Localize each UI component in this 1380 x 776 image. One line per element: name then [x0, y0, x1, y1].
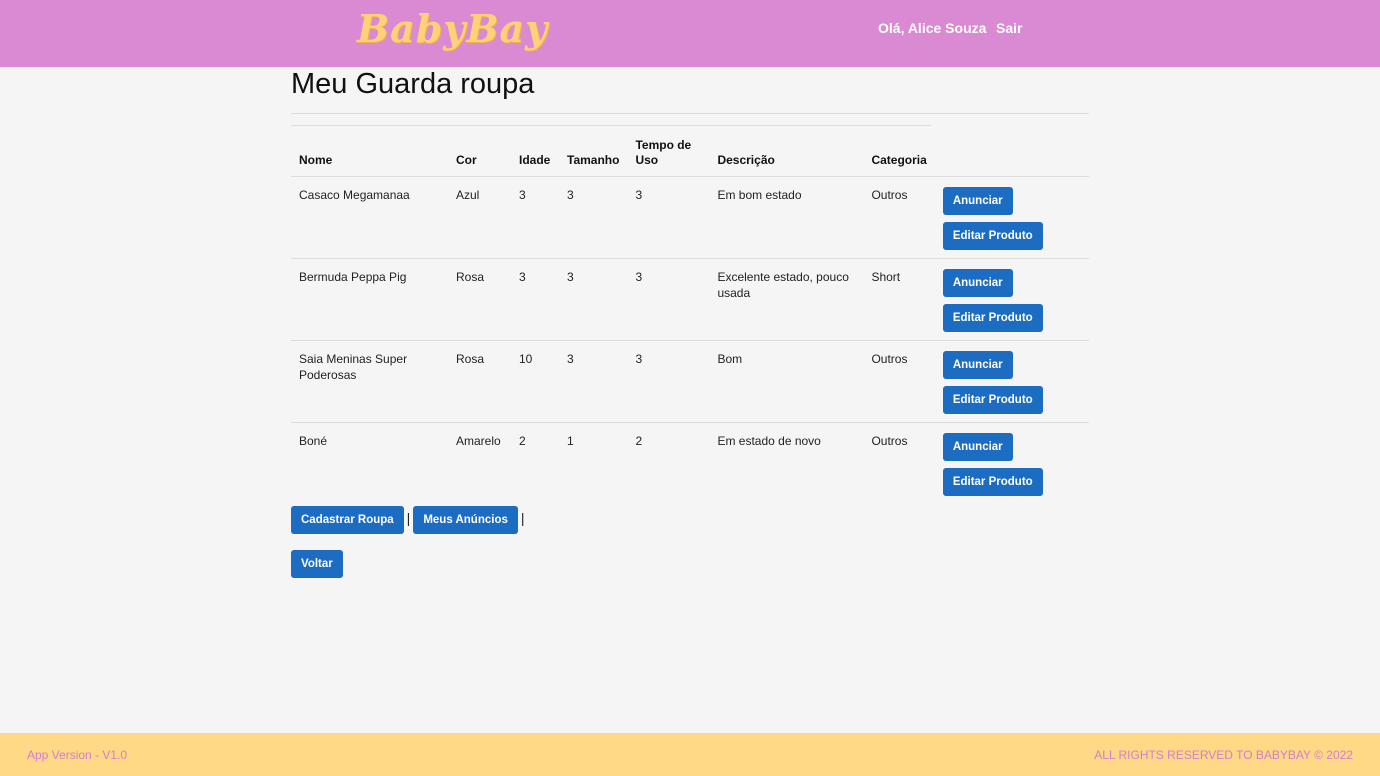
cell-descricao: Excelente estado, pouco usada	[709, 258, 864, 341]
cell-descricao: Em bom estado	[709, 176, 864, 259]
table-row: Boné Amarelo 2 1 2 Em estado de novo Out…	[291, 422, 1089, 504]
cell-idade: 10	[511, 340, 559, 423]
header-descricao: Descrição	[709, 126, 864, 177]
edit-product-button[interactable]: Editar Produto	[942, 467, 1043, 496]
app-version: App Version - V1.0	[27, 748, 128, 762]
cell-idade: 3	[511, 258, 559, 341]
cell-idade: 2	[519, 433, 526, 448]
header-tamanho: Tamanho	[559, 126, 628, 177]
cell-actions: Anunciar Editar Produto	[935, 422, 1089, 504]
edit-product-button[interactable]: Editar Produto	[942, 303, 1043, 332]
wardrobe-table: Nome Cor Idade Tamanho Tempo de Uso Desc…	[291, 126, 1089, 504]
cell-tamanho: 3	[559, 176, 628, 259]
my-ads-button[interactable]: Meus Anúncios	[413, 506, 518, 534]
announce-button[interactable]: Anunciar	[942, 432, 1013, 461]
cell-categoria: Outros	[871, 433, 908, 448]
back-wrap: Voltar	[291, 550, 343, 578]
edit-product-button[interactable]: Editar Produto	[942, 385, 1043, 414]
page-title: Meu Guarda roupa	[291, 68, 535, 100]
announce-button[interactable]: Anunciar	[942, 350, 1013, 379]
table-row: Bermuda Peppa Pig Rosa 3 3 3 Excelente e…	[291, 258, 1089, 341]
cell-cor: Amarelo	[456, 433, 501, 448]
cell-cor: Rosa	[448, 258, 511, 341]
cell-descricao: Bom	[709, 340, 864, 423]
cell-tempo-de-uso: 3	[627, 258, 710, 341]
title-divider	[291, 113, 1089, 114]
separator: |	[520, 510, 525, 526]
cell-idade: 3	[511, 176, 559, 259]
cell-categoria: Short	[863, 258, 935, 341]
header-idade: Idade	[511, 126, 559, 177]
cell-actions: Anunciar Editar Produto	[934, 258, 1089, 341]
cell-nome: Boné	[299, 433, 328, 448]
back-button[interactable]: Voltar	[291, 550, 343, 578]
brand-logo[interactable]: BabyBay	[357, 6, 548, 51]
header-cor: Cor	[448, 126, 511, 177]
cell-nome: Bermuda Peppa Pig	[291, 258, 448, 341]
register-clothing-button[interactable]: Cadastrar Roupa	[291, 506, 404, 534]
header-nome: Nome	[291, 126, 448, 177]
announce-button[interactable]: Anunciar	[942, 186, 1013, 215]
footer: App Version - V1.0 ALL RIGHTS RESERVED T…	[0, 733, 1380, 776]
cell-nome: Casaco Megamanaa	[291, 176, 448, 259]
table-row: Saia Meninas Super Poderosas Rosa 10 3 3…	[291, 340, 1089, 423]
header-actions	[934, 126, 1089, 177]
top-navbar: BabyBay Olá, Alice Souza Sair	[0, 0, 1380, 67]
cell-tamanho: 1	[567, 433, 574, 448]
copyright: ALL RIGHTS RESERVED TO BABYBAY © 2022	[1094, 748, 1353, 762]
cell-categoria: Outros	[863, 176, 935, 259]
logout-link[interactable]: Sair	[996, 20, 1022, 36]
cell-cor: Azul	[448, 176, 511, 259]
cell-actions: Anunciar Editar Produto	[934, 176, 1089, 259]
user-greeting[interactable]: Olá, Alice Souza	[878, 20, 986, 36]
announce-button[interactable]: Anunciar	[942, 268, 1013, 297]
bottom-actions: Cadastrar Roupa | Meus Anúncios |	[291, 506, 528, 534]
table-row: Casaco Megamanaa Azul 3 3 3 Em bom estad…	[291, 176, 1089, 259]
edit-product-button[interactable]: Editar Produto	[942, 221, 1043, 250]
cell-categoria: Outros	[863, 340, 935, 423]
cell-tempo-de-uso: 3	[627, 176, 710, 259]
header-categoria: Categoria	[863, 126, 935, 177]
cell-actions: Anunciar Editar Produto	[934, 340, 1089, 423]
table-header-row: Nome Cor Idade Tamanho Tempo de Uso Desc…	[291, 126, 1089, 177]
separator: |	[406, 510, 411, 526]
header-tempo-de-uso: Tempo de Uso	[627, 126, 710, 177]
cell-tamanho: 3	[559, 258, 628, 341]
cell-nome: Saia Meninas Super Poderosas	[291, 340, 448, 423]
cell-tempo-de-uso: 2	[635, 433, 643, 448]
cell-tamanho: 3	[559, 340, 628, 423]
cell-cor: Rosa	[448, 340, 511, 423]
cell-tempo-de-uso: 3	[627, 340, 710, 423]
cell-descricao: Em estado de novo	[717, 433, 821, 448]
